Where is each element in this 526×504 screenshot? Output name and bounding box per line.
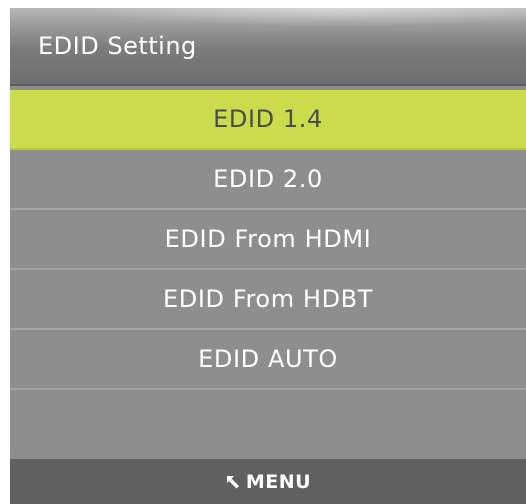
menu-item-edid-auto[interactable]: EDID AUTO (10, 330, 526, 390)
return-arrow-icon (226, 475, 239, 488)
edid-menu-list: EDID 1.4 EDID 2.0 EDID From HDMI EDID Fr… (10, 90, 526, 448)
panel-title: EDID Setting (38, 32, 197, 60)
menu-item-edid-2-0[interactable]: EDID 2.0 (10, 150, 526, 210)
edid-setting-panel: EDID Setting EDID 1.4 EDID 2.0 EDID From… (10, 8, 526, 504)
menu-item-edid-from-hdmi[interactable]: EDID From HDMI (10, 210, 526, 270)
menu-back-label: MENU (245, 470, 312, 493)
menu-item-edid-1-4[interactable]: EDID 1.4 (10, 90, 526, 150)
menu-item-edid-from-hdbt[interactable]: EDID From HDBT (10, 270, 526, 330)
panel-footer: MENU (10, 459, 526, 504)
menu-back-button[interactable]: MENU (225, 459, 311, 504)
panel-header: EDID Setting (10, 8, 526, 86)
menu-empty-row (10, 390, 526, 448)
